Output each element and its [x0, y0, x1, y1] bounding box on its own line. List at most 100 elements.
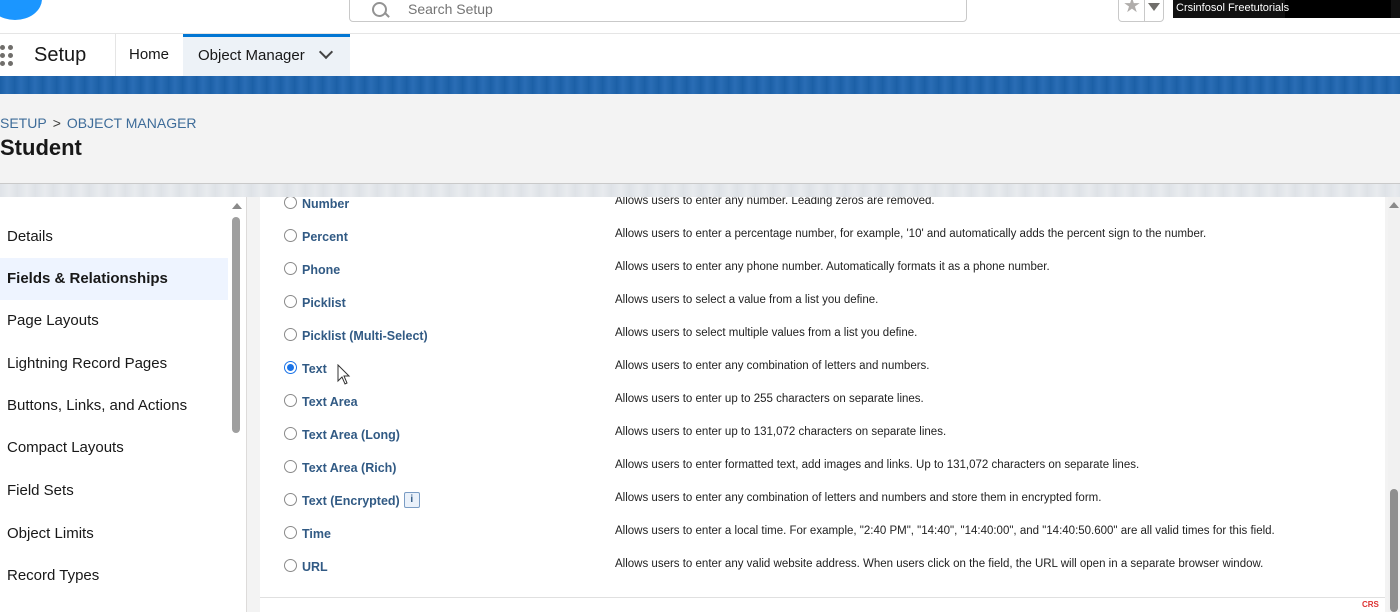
field-type-description: Allows users to enter any combination of…: [615, 492, 1102, 504]
sidebar-item[interactable]: Page Layouts: [0, 300, 228, 342]
field-type-radio[interactable]: [284, 328, 297, 341]
tab-home[interactable]: Home: [116, 34, 182, 76]
field-type-row: Time Allows users to enter a local time. …: [260, 525, 1385, 558]
page-header: SETUP > OBJECT MANAGER Student: [0, 94, 1400, 184]
field-type-row: Text Area (Long) Allows users to enter up…: [260, 426, 1385, 459]
divider: [260, 597, 1385, 598]
field-type-radio[interactable]: [284, 460, 297, 473]
info-icon[interactable]: i: [403, 492, 420, 508]
brand-band: [0, 76, 1400, 94]
breadcrumb: SETUP > OBJECT MANAGER: [0, 115, 197, 131]
app-launcher-icon[interactable]: [0, 45, 20, 66]
field-type-radio[interactable]: [284, 229, 297, 242]
field-type-label[interactable]: Time: [302, 527, 331, 541]
field-type-description: Allows users to enter any combination of…: [615, 360, 930, 372]
search-input[interactable]: [408, 0, 908, 20]
field-type-label[interactable]: Text (Encrypted) i: [302, 492, 420, 510]
sidebar-item[interactable]: Record Types: [0, 555, 228, 597]
field-type-label[interactable]: Phone: [302, 263, 340, 277]
sidebar-item[interactable]: Field Sets: [0, 470, 228, 512]
search-icon: [372, 2, 387, 17]
field-type-radio[interactable]: [284, 197, 297, 209]
field-type-label[interactable]: Text Area: [302, 395, 358, 409]
sidebar-item[interactable]: Details: [0, 216, 228, 258]
field-type-panel: Number Allows users to enter any number. …: [260, 197, 1385, 612]
field-type-radio[interactable]: [284, 427, 297, 440]
field-type-label[interactable]: Picklist: [302, 296, 346, 310]
salesforce-logo[interactable]: [0, 0, 42, 20]
sidebar-item[interactable]: Fields & Relationships: [0, 258, 228, 300]
field-type-description: Allows users to enter up to 131,072 char…: [615, 426, 947, 438]
video-banner-text: Crsinfosol Freetutorials: [1176, 2, 1290, 14]
field-type-label[interactable]: URL: [302, 560, 328, 574]
chevron-down-icon[interactable]: [318, 44, 334, 60]
field-type-label-text: Picklist: [302, 296, 346, 310]
field-type-radio[interactable]: [284, 559, 297, 572]
scrollbar-thumb[interactable]: [232, 217, 240, 433]
field-type-row: Text Area (Rich) Allows users to enter fo…: [260, 459, 1385, 492]
field-type-label-text: Phone: [302, 263, 341, 277]
field-type-description: Allows users to enter up to 255 characte…: [615, 393, 924, 405]
field-type-description: Allows users to enter any number. Leadin…: [615, 197, 935, 207]
field-type-row: Picklist Allows users to select a value f…: [260, 294, 1385, 327]
divider: [1144, 0, 1145, 21]
tab-object-manager[interactable]: Object Manager: [183, 34, 350, 76]
field-type-label[interactable]: Text: [302, 362, 327, 376]
search-box[interactable]: [349, 0, 967, 22]
star-icon[interactable]: ★: [1121, 0, 1143, 17]
field-type-label[interactable]: Percent: [302, 230, 348, 244]
field-type-row: Picklist (Multi-Select) Allows users to s…: [260, 327, 1385, 360]
field-type-label-text: Percent: [302, 230, 348, 244]
field-type-label[interactable]: Text Area (Rich): [302, 461, 396, 475]
field-type-description: Allows users to enter formatted text, ad…: [615, 459, 1140, 471]
field-type-radio[interactable]: [284, 361, 297, 374]
page-title: Student: [0, 135, 82, 160]
field-type-row: URL Allows users to enter any valid websi…: [260, 558, 1385, 591]
decorative-band: [0, 184, 1400, 197]
scroll-up-arrow-icon[interactable]: [1389, 202, 1399, 208]
field-type-label-text: Time: [302, 527, 331, 541]
favorites-group[interactable]: ★: [1118, 0, 1164, 22]
field-type-radio[interactable]: [284, 262, 297, 275]
field-type-row: Number Allows users to enter any number. …: [260, 197, 1385, 228]
tab-object-manager-label: Object Manager: [198, 47, 305, 64]
field-type-label[interactable]: Picklist (Multi-Select): [302, 329, 428, 343]
overlay-block: [1285, 0, 1391, 18]
sidebar-item[interactable]: Lightning Record Pages: [0, 343, 228, 385]
global-header: ★ Crsinfosol Freetutorials: [0, 0, 1400, 33]
field-type-label-text: Text: [302, 362, 327, 376]
main-scrollbar[interactable]: [1388, 197, 1400, 612]
breadcrumb-separator: >: [52, 115, 61, 131]
field-type-description: Allows users to select a value from a li…: [615, 294, 879, 306]
field-type-label[interactable]: Text Area (Long): [302, 428, 400, 442]
field-type-label-text: Text Area: [302, 395, 358, 409]
breadcrumb-object-manager[interactable]: OBJECT MANAGER: [67, 115, 197, 131]
sidebar-item[interactable]: Object Limits: [0, 513, 228, 555]
field-type-row: Percent Allows users to enter a percentag…: [260, 228, 1385, 261]
field-type-radio[interactable]: [284, 295, 297, 308]
field-type-label-text: Number: [302, 197, 350, 211]
app-nav-bar: Setup Home Object Manager: [0, 33, 1400, 76]
field-type-row: Phone Allows users to enter any phone num…: [260, 261, 1385, 294]
field-type-label[interactable]: Number: [302, 197, 349, 211]
field-type-description: Allows users to enter a percentage numbe…: [615, 228, 1207, 240]
app-title: Setup: [34, 44, 87, 66]
field-type-label-text: Text (Encrypted): [302, 494, 400, 508]
field-type-row: Text Area Allows users to enter up to 255…: [260, 393, 1385, 426]
field-type-radio[interactable]: [284, 526, 297, 539]
scroll-up-arrow-icon[interactable]: [232, 203, 242, 209]
caret-down-icon[interactable]: [1148, 3, 1160, 11]
watermark-logo: CRS: [1362, 600, 1379, 609]
scrollbar-thumb[interactable]: [1390, 489, 1398, 612]
sidebar-item[interactable]: Compact Layouts: [0, 427, 228, 469]
field-type-description: Allows users to enter any phone number. …: [615, 261, 1050, 273]
field-type-label-text: URL: [302, 560, 328, 574]
field-type-label-text: Picklist (Multi-Select): [302, 329, 428, 343]
field-type-radio[interactable]: [284, 394, 297, 407]
field-type-radio[interactable]: [284, 493, 297, 506]
field-type-label-text: Text Area (Rich): [302, 461, 397, 475]
breadcrumb-setup[interactable]: SETUP: [0, 115, 47, 131]
video-overlay-banner: Crsinfosol Freetutorials: [1173, 0, 1400, 18]
sidebar-scrollbar[interactable]: [230, 197, 242, 612]
sidebar-item[interactable]: Buttons, Links, and Actions: [0, 385, 228, 427]
